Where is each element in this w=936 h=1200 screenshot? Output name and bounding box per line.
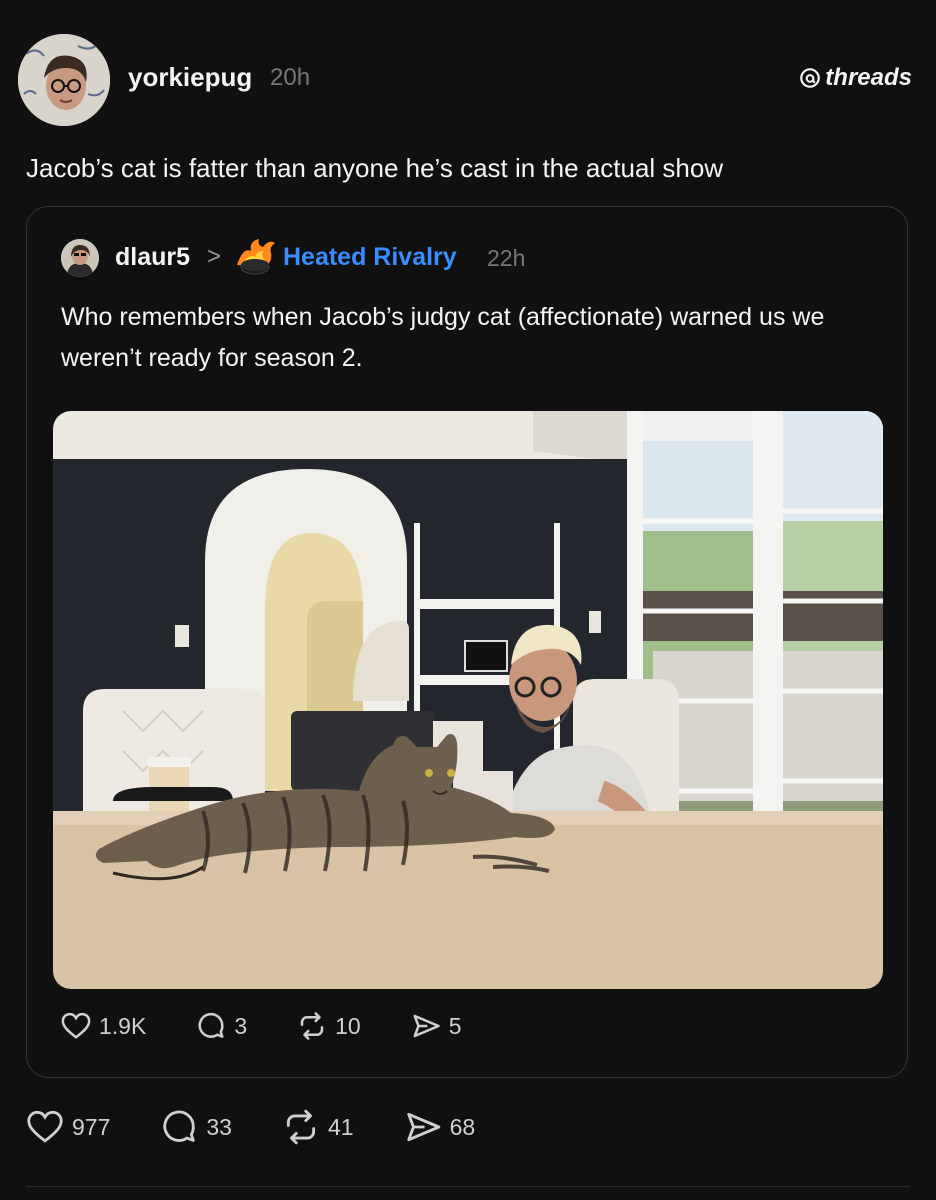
post-timestamp: 20h [270, 64, 311, 91]
flaming-puck-icon [237, 239, 275, 275]
repost-button[interactable]: 41 [282, 1108, 354, 1146]
repost-count: 10 [335, 1012, 361, 1039]
quoted-avatar[interactable] [61, 239, 99, 277]
threads-brand: threads [799, 64, 912, 92]
share-icon [406, 1112, 440, 1142]
reply-button[interactable]: 3 [196, 1011, 247, 1041]
like-button[interactable]: 977 [26, 1110, 110, 1144]
repost-count: 41 [327, 1113, 354, 1140]
heart-icon [27, 1110, 63, 1143]
community-link[interactable]: Heated Rivalry [283, 243, 457, 272]
share-icon [413, 1014, 440, 1038]
share-count: 68 [449, 1113, 476, 1140]
post-header: yorkiepug 20h threads [18, 34, 912, 130]
repost-icon [300, 1012, 324, 1040]
threads-logo-icon [800, 68, 821, 88]
comment-icon [198, 1012, 224, 1038]
comment-icon [163, 1110, 196, 1142]
heart-icon [61, 1012, 91, 1039]
post-photo[interactable] [53, 411, 883, 989]
reply-count: 3 [234, 1012, 248, 1039]
share-button[interactable]: 68 [404, 1108, 476, 1146]
share-count: 5 [448, 1012, 462, 1039]
quoted-body: Who remembers when Jacob’s judgy cat (af… [61, 303, 825, 372]
brand-label: threads [825, 64, 912, 91]
quoted-post[interactable]: dlaur5 > Heated Rivalry 22h Who remember… [26, 206, 908, 1078]
reply-button[interactable]: 33 [160, 1108, 232, 1146]
like-count: 1.9K [99, 1012, 147, 1039]
quoted-timestamp: 22h [487, 245, 526, 271]
post-username[interactable]: yorkiepug [128, 62, 252, 93]
photo-cat-on-table [53, 411, 883, 989]
quoted-stats: 1.9K 3 10 5 [61, 1011, 512, 1041]
like-button[interactable]: 1.9K [61, 1012, 146, 1040]
divider [26, 1186, 910, 1187]
post-body: Jacob’s cat is fatter than anyone he’s c… [26, 153, 724, 183]
reply-count: 33 [206, 1113, 232, 1140]
quoted-username[interactable]: dlaur5 [115, 243, 190, 272]
post-stats: 977 33 41 68 [26, 1108, 525, 1146]
chevron-right-icon: > [207, 243, 222, 270]
share-button[interactable]: 5 [411, 1011, 462, 1041]
like-count: 977 [72, 1113, 111, 1140]
repost-icon [286, 1109, 316, 1145]
avatar[interactable] [18, 34, 110, 126]
repost-button[interactable]: 10 [297, 1011, 361, 1041]
